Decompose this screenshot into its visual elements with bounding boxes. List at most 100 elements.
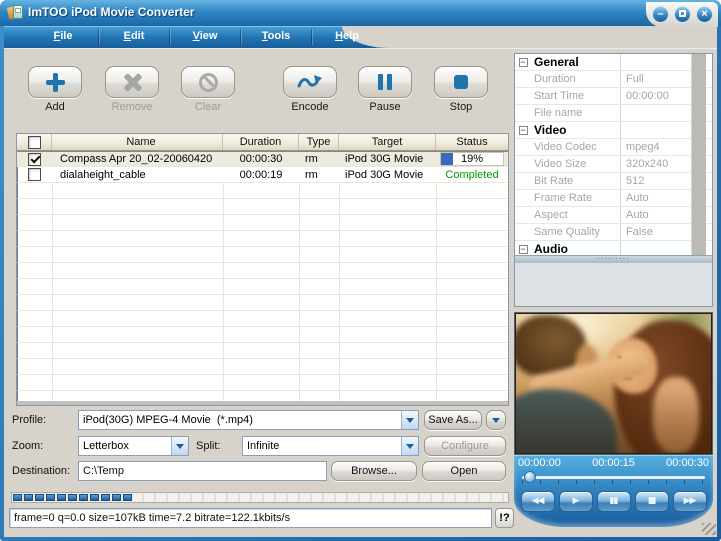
pause-playback-button[interactable]: ▮▮ [597, 491, 631, 512]
row-checkbox[interactable] [28, 168, 41, 181]
save-as-button[interactable]: Save As... [424, 410, 482, 430]
clear-button[interactable]: Clear [181, 66, 235, 113]
property-label: Bit Rate [531, 173, 621, 189]
select-all-checkbox[interactable] [28, 136, 41, 149]
chevron-down-icon[interactable] [171, 437, 188, 455]
maximize-button[interactable] [674, 6, 691, 23]
status-progress-fill [441, 153, 453, 165]
property-label: Frame Rate [531, 190, 621, 206]
zoom-value: Letterbox [83, 440, 129, 452]
app-icon [8, 4, 23, 20]
destination-input[interactable]: C:\Temp [78, 461, 327, 481]
empty-row [17, 199, 508, 215]
app-window: ImTOO iPod Movie Converter – × File Edit… [0, 0, 721, 541]
encode-button[interactable]: Encode [283, 66, 337, 113]
property-row: File name [515, 105, 712, 122]
menu-help[interactable]: Help [312, 26, 382, 48]
table-row[interactable]: Compass Apr 20_02-20060420 00:00:30 rm i… [17, 151, 508, 167]
section-label: General [531, 54, 621, 70]
seek-slider[interactable] [522, 476, 705, 479]
stop-button[interactable]: Stop [434, 66, 488, 113]
time-start: 00:00:00 [518, 457, 561, 469]
destination-label: Destination: [12, 465, 70, 477]
minimize-button[interactable]: – [652, 6, 669, 23]
client-area: Add Remove Clear Encode Pause Stop [4, 48, 717, 537]
property-section: − Audio [515, 241, 712, 255]
skip-back-button[interactable]: ◀◀ [521, 491, 555, 512]
window-title: ImTOO iPod Movie Converter [28, 5, 194, 19]
column-header-status[interactable]: Status [436, 134, 508, 150]
file-list: Name Duration Type Target Status Compass… [16, 133, 509, 406]
property-row: Aspect Auto [515, 207, 712, 224]
column-header-target[interactable]: Target [339, 134, 436, 150]
block-icon [199, 73, 218, 92]
empty-row [17, 375, 508, 391]
seek-thumb[interactable] [524, 471, 536, 483]
encode-button-label: Encode [283, 101, 337, 113]
clear-button-label: Clear [181, 101, 235, 113]
empty-row [17, 311, 508, 327]
profile-select[interactable]: iPod(30G) MPEG-4 Movie (*.mp4) [78, 410, 419, 430]
property-label: File name [531, 105, 621, 121]
chevron-down-icon[interactable] [401, 437, 418, 455]
pause-button[interactable]: Pause [358, 66, 412, 113]
cell-name: Compass Apr 20_02-20060420 [52, 152, 223, 166]
time-mid: 00:00:15 [592, 457, 635, 469]
property-label: Duration [531, 71, 621, 87]
cell-type: rm [299, 152, 339, 166]
collapse-icon[interactable]: − [519, 58, 528, 67]
resize-grip[interactable] [702, 523, 716, 535]
menu-tools[interactable]: Tools [241, 26, 311, 48]
menu-file[interactable]: File [28, 26, 98, 48]
split-select[interactable]: Infinite [242, 436, 419, 456]
section-label: Audio [531, 241, 621, 255]
empty-row [17, 279, 508, 295]
browse-button[interactable]: Browse... [331, 461, 417, 481]
collapse-icon[interactable]: − [519, 126, 528, 135]
property-label: Start Time [531, 88, 621, 104]
chevron-down-icon[interactable] [401, 411, 418, 429]
empty-row [17, 295, 508, 311]
empty-row [17, 263, 508, 279]
add-button[interactable]: Add [28, 66, 82, 113]
preview-frame [514, 312, 713, 455]
property-label: Video Size [531, 156, 621, 172]
profile-more-button[interactable] [486, 410, 506, 430]
empty-row [17, 359, 508, 375]
play-button[interactable]: ▶ [559, 491, 593, 512]
close-button[interactable]: × [696, 6, 713, 23]
property-section: − Video [515, 122, 712, 139]
shading-overlay [516, 314, 711, 453]
menu-edit[interactable]: Edit [99, 26, 169, 48]
table-row[interactable]: dialaheight_cable 00:00:19 rm iPod 30G M… [17, 167, 508, 183]
row-checkbox[interactable] [28, 153, 41, 166]
empty-row [17, 183, 508, 199]
property-row: Bit Rate 512 [515, 173, 712, 190]
plus-icon [46, 73, 65, 92]
menu-view[interactable]: View [170, 26, 240, 48]
profile-value: iPod(30G) MPEG-4 Movie (*.mp4) [83, 414, 253, 426]
cell-target: iPod 30G Movie [339, 167, 436, 182]
collapse-icon[interactable]: − [519, 245, 528, 254]
file-list-header: Name Duration Type Target Status [17, 134, 508, 151]
open-button[interactable]: Open [422, 461, 506, 481]
column-header-name[interactable]: Name [52, 134, 223, 150]
stop-playback-button[interactable]: ■ [635, 491, 669, 512]
profile-label: Profile: [12, 414, 46, 426]
help-button[interactable]: !? [495, 508, 514, 528]
cell-type: rm [299, 167, 339, 182]
title-bar[interactable]: ImTOO iPod Movie Converter – × [0, 0, 721, 26]
column-header-type[interactable]: Type [299, 134, 339, 150]
encode-progress-bar [11, 492, 509, 503]
empty-row [17, 343, 508, 359]
empty-row [17, 247, 508, 263]
remove-button[interactable]: Remove [105, 66, 159, 113]
configure-button[interactable]: Configure [424, 436, 506, 456]
splitter-handle[interactable]: ········· [515, 255, 712, 263]
cell-name: dialaheight_cable [52, 167, 223, 182]
properties-scrollbar[interactable] [691, 54, 706, 255]
property-row: Duration Full [515, 71, 712, 88]
zoom-select[interactable]: Letterbox [78, 436, 189, 456]
skip-forward-button[interactable]: ▶▶ [673, 491, 707, 512]
column-header-duration[interactable]: Duration [223, 134, 299, 150]
